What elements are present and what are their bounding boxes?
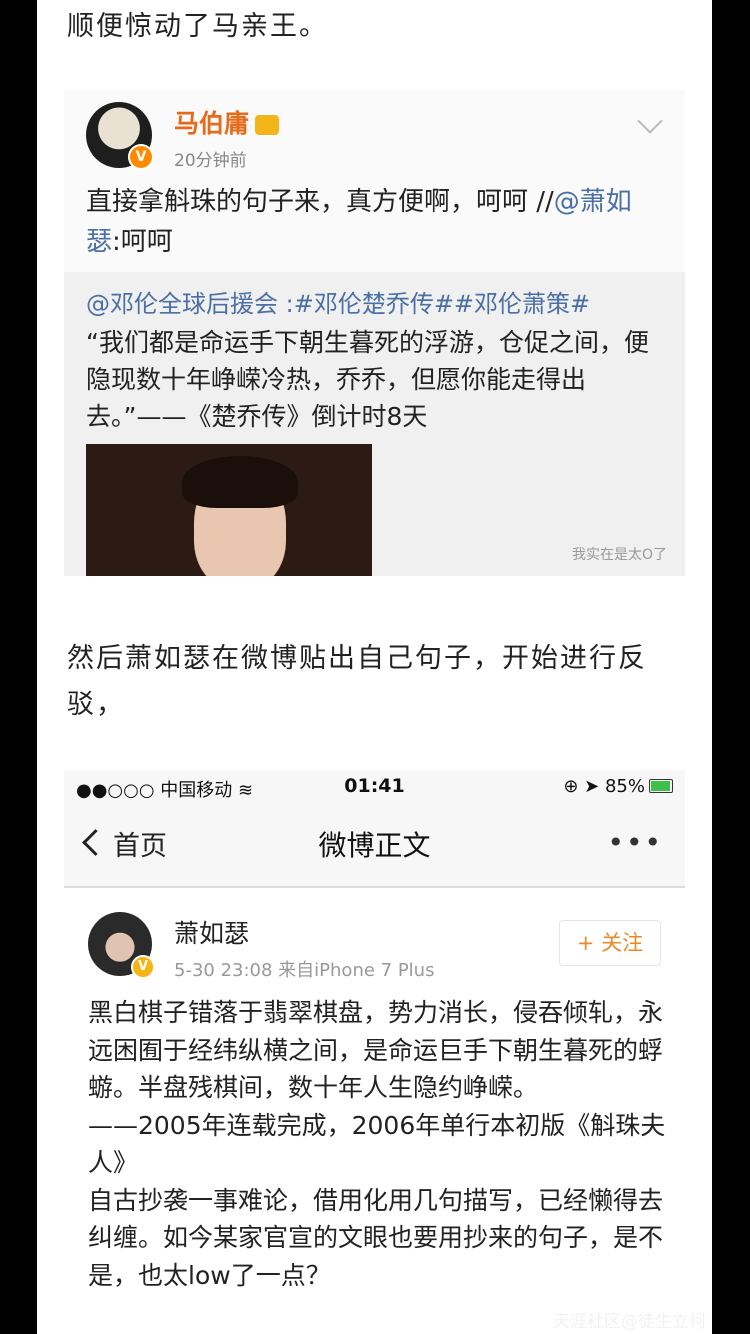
post-meta: 5-30 23:08 来自iPhone 7 Plus: [174, 960, 435, 981]
battery-icon: [649, 779, 673, 793]
avatar[interactable]: V: [86, 102, 154, 170]
author-name[interactable]: 马伯庸: [174, 104, 280, 140]
author-name[interactable]: 萧如瑟: [174, 914, 249, 950]
post-text: 直接拿斛珠的句子来，真方便啊，呵呵 //@萧如瑟:呵呵: [86, 182, 666, 262]
article-page: 顺便惊动了马亲王。 V 马伯庸 20分钟前 直接拿斛珠的句子来，真方便啊，呵呵 …: [37, 0, 712, 1334]
post-time: 20分钟前: [174, 151, 247, 171]
chevron-down-icon[interactable]: [637, 108, 663, 134]
status-right: ⊕ ➤ 85%: [563, 776, 645, 797]
post-body-line: 黑白棋子错落于翡翠棋盘，势力消长，侵吞倾轧，永远困囿于经纬纵横之间，是命运巨手下…: [88, 998, 664, 1102]
status-bar: ●●○○○ 中国移动 ≋ 01:41 ⊕ ➤ 85%: [64, 770, 685, 804]
verified-badge-icon: V: [128, 144, 154, 170]
post-body-line: ——2005年连载完成，2006年单行本初版《斛珠夫人》: [88, 1110, 666, 1178]
hair-shape: [182, 456, 298, 508]
middle-paragraph: 然后萧如瑟在微博贴出自己句子，开始进行反驳，: [67, 643, 647, 720]
follow-button[interactable]: + 关注: [559, 920, 661, 966]
weibo-screenshot-mabo: V 马伯庸 20分钟前 直接拿斛珠的句子来，真方便啊，呵呵 //@萧如瑟:呵呵 …: [64, 90, 685, 576]
post-body: 黑白棋子错落于翡翠棋盘，势力消长，侵吞倾轧，永远困囿于经纬纵横之间，是命运巨手下…: [88, 994, 668, 1294]
battery-percent: 85%: [604, 776, 645, 797]
intro-paragraph: 顺便惊动了马亲王。: [67, 11, 328, 42]
quote-text: “我们都是命运手下朝生暮死的浮游，仓促之间，便隐现数十年峥嵘冷热，乔乔，但愿你能…: [86, 328, 649, 431]
page-title: 微博正文: [318, 829, 431, 862]
avatar[interactable]: V: [88, 912, 155, 979]
post-text-tail: :呵呵: [112, 227, 173, 257]
author-name-text: 马伯庸: [174, 109, 250, 138]
location-icon: ➤: [584, 776, 600, 797]
phone-screenshot: ●●○○○ 中国移动 ≋ 01:41 ⊕ ➤ 85% 首页 微博正文 ••• V…: [64, 770, 685, 1334]
nav-bar: 首页 微博正文 •••: [64, 804, 685, 888]
weibo-post: V 萧如瑟 5-30 23:08 来自iPhone 7 Plus + 关注 黑白…: [64, 888, 685, 1334]
corner-watermark: 天涯社区@徒生立柯: [553, 1312, 706, 1332]
watermark: 我实在是太O了: [571, 547, 667, 563]
more-button[interactable]: •••: [607, 826, 663, 859]
verified-badge-icon: V: [131, 955, 155, 979]
quote-topic-links[interactable]: @邓伦全球后援会 :#邓伦楚乔传##邓伦萧策#: [86, 284, 590, 319]
quote-photo[interactable]: [86, 444, 372, 576]
battery-fill: [651, 781, 670, 791]
post-text-main: 直接拿斛珠的句子来，真方便啊，呵呵 //: [86, 187, 554, 217]
lock-rotation-icon: ⊕: [563, 776, 579, 797]
post-body-line: 自古抄袭一事难论，借用化用几句描写，已经懒得去纠缠。如今某家官宣的文眼也要用抄来…: [88, 1185, 664, 1290]
quoted-post[interactable]: @邓伦全球后援会 :#邓伦楚乔传##邓伦萧策# “我们都是命运手下朝生暮死的浮游…: [64, 272, 685, 576]
crown-icon: [255, 115, 280, 135]
